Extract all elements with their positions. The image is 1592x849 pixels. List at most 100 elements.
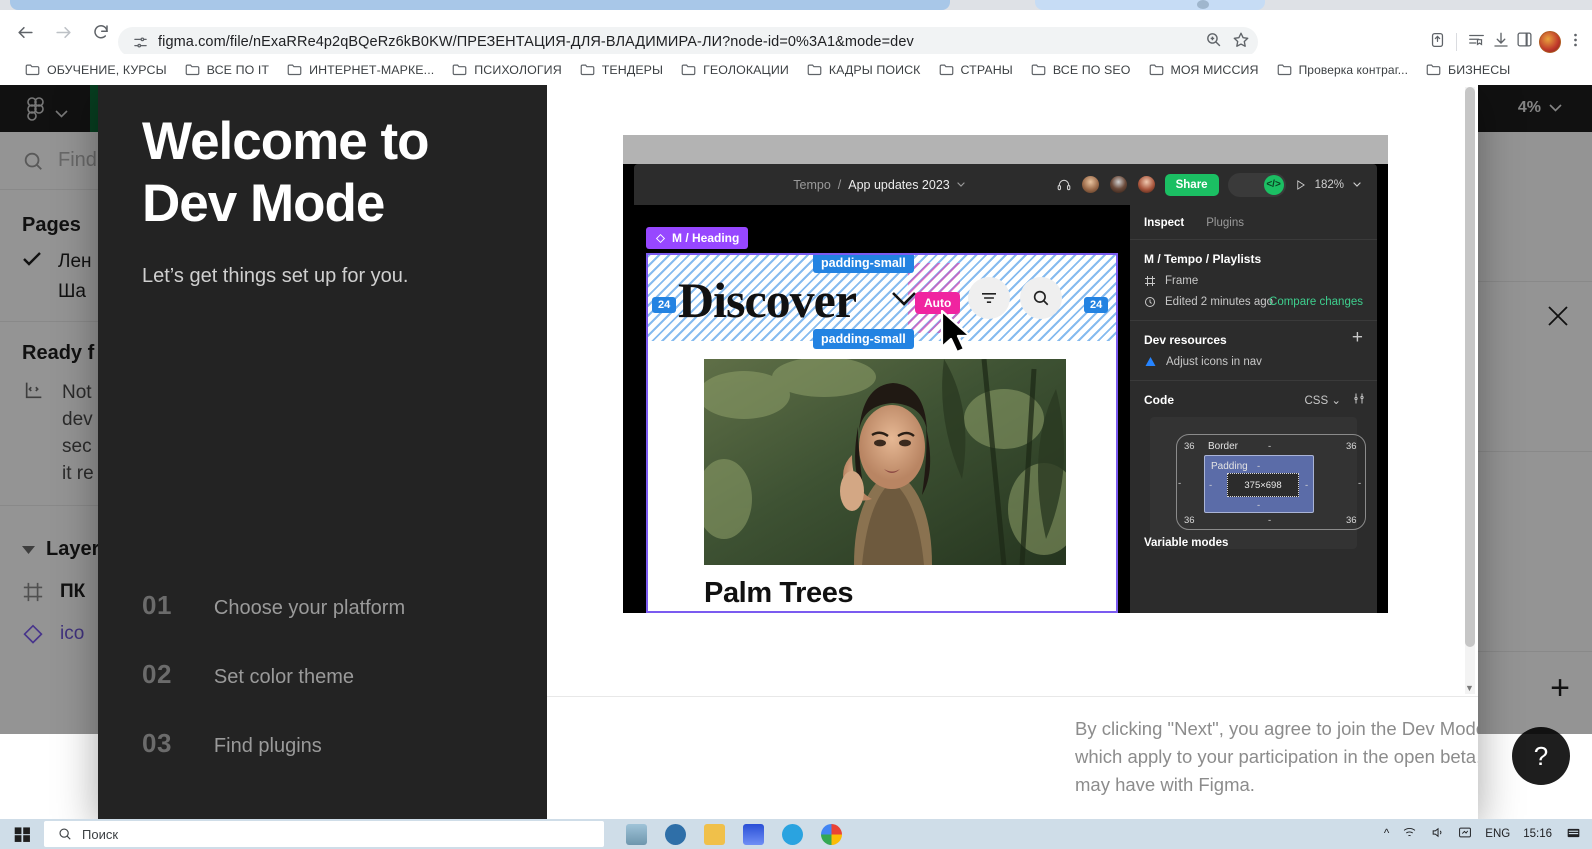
add-resource-icon[interactable]: + (1352, 328, 1363, 347)
bookmark-item[interactable]: СТРАНЫ (930, 60, 1022, 80)
bookmark-item[interactable]: ИНТЕРНЕТ-МАРКЕ... (278, 60, 443, 80)
folder-icon (580, 64, 595, 76)
help-button[interactable]: ? (1512, 727, 1570, 785)
bookmark-item[interactable]: Проверка контраг... (1268, 60, 1417, 80)
step-label: Find plugins (213, 735, 322, 757)
edited-label: Edited 2 minutes ago (1165, 296, 1274, 308)
bookmark-item[interactable]: ТЕНДЕРЫ (571, 60, 672, 80)
edited-row: Edited 2 minutes ago Compare changes (1144, 296, 1363, 308)
dev-resource-item[interactable]: Adjust icons in nav (1144, 356, 1363, 368)
volume-icon[interactable] (1430, 826, 1445, 842)
bookmark-item[interactable]: ВСЕ ПО IT (176, 60, 278, 80)
dev-mode-onboarding-modal: Welcome to Dev Mode Let’s get things set… (98, 85, 1478, 819)
compare-changes-link[interactable]: Compare changes (1269, 296, 1363, 308)
language-indicator[interactable]: ENG (1485, 828, 1510, 840)
tab-indicator-dot (1197, 0, 1209, 9)
reload-button[interactable] (86, 17, 116, 47)
app-icon-chrome[interactable] (821, 823, 842, 845)
back-button[interactable] (10, 17, 40, 47)
padding-bottom-value: - (1257, 500, 1261, 511)
start-button[interactable] (0, 826, 44, 843)
bookmark-item[interactable]: МОЯ МИССИЯ (1140, 60, 1268, 80)
search-icon (1033, 290, 1049, 306)
preview-breadcrumb: Tempo / App updates 2023 (634, 164, 1124, 205)
padding-badge-bottom: padding-small (813, 329, 914, 349)
notification-icon[interactable] (1458, 826, 1472, 842)
code-language-select[interactable]: CSS ⌄ (1305, 393, 1342, 407)
component-badge: M / Heading (646, 227, 749, 249)
onboarding-steps-list: 01 Choose your platform 02 Set color the… (142, 590, 522, 797)
tab-inspect[interactable]: Inspect (1144, 217, 1184, 229)
folder-icon (939, 64, 953, 76)
folder-icon (1031, 64, 1046, 76)
play-icon (1296, 179, 1305, 190)
browser-tab[interactable] (1035, 0, 1265, 10)
modal-content-panel: Tempo / App updates 2023 Share </> 182% … (547, 85, 1478, 819)
bookmark-item[interactable]: ГЕОЛОКАЦИИ (672, 60, 798, 80)
zoom-icon[interactable] (1205, 31, 1222, 53)
windows-taskbar: Поиск ^ ENG 15:16 (0, 819, 1592, 849)
preview-scroll-area: Tempo / App updates 2023 Share </> 182% … (547, 85, 1478, 696)
padding-box: Padding - - - - 375×698 (1204, 455, 1314, 513)
tray-expand-icon[interactable]: ^ (1384, 828, 1389, 840)
browser-tab-active[interactable] (10, 0, 950, 10)
app-icon-1[interactable] (626, 823, 647, 845)
bookmark-item[interactable]: ОБУЧЕНИЕ, КУРСЫ (16, 60, 176, 80)
network-icon[interactable] (1402, 826, 1417, 842)
border-left-value: - (1178, 478, 1182, 489)
step-item: 02 Set color theme (142, 659, 522, 728)
taskbar-search[interactable]: Поиск (44, 821, 604, 847)
share-button[interactable]: Share (1164, 173, 1219, 196)
preview-scrollbar-thumb[interactable] (1465, 87, 1475, 647)
nav-title-text: Discover (678, 272, 857, 328)
folder-icon (185, 64, 199, 76)
preview-canvas: M / Heading Discover 24 24 padding-small… (634, 205, 1130, 613)
profile-avatar[interactable] (1539, 31, 1561, 53)
terms-text: By clicking "Next", you agree to join th… (1075, 715, 1478, 799)
share-icon[interactable] (1429, 31, 1446, 54)
download-icon[interactable] (1492, 31, 1510, 54)
preview-artboard: Discover 24 24 padding-small padding-sma… (646, 253, 1118, 613)
bookmark-item[interactable]: КАДРЫ ПОИСК (798, 60, 930, 80)
app-icon-home[interactable] (665, 823, 686, 845)
border-label: Border (1208, 441, 1239, 452)
action-center-icon[interactable] (1565, 826, 1582, 843)
history-clock-icon (1145, 297, 1155, 307)
browser-navbar: figma.com/file/nExaRRe4p2qBQeRz6kB0KW/ПР… (0, 10, 1592, 57)
forward-arrow-icon (55, 26, 71, 38)
code-section: Code CSS ⌄ 36 36 36 36 Border - - - - Pa… (1130, 381, 1377, 559)
browser-menu-icon[interactable] (1567, 31, 1584, 54)
browser-chrome: figma.com/file/nExaRRe4p2qBQeRz6kB0KW/ПР… (0, 0, 1592, 85)
dev-mode-toggle[interactable]: </> (1227, 172, 1286, 197)
app-icon-explorer[interactable] (704, 823, 725, 845)
modal-title: Welcome to Dev Mode (142, 112, 429, 233)
tab-plugins[interactable]: Plugins (1206, 217, 1244, 229)
modal-terms-area: By clicking "Next", you agree to join th… (547, 696, 1478, 819)
app-icon-word[interactable] (743, 823, 764, 845)
back-arrow-icon (17, 26, 33, 38)
border-radius-br: 36 (1346, 515, 1357, 526)
code-settings-icon[interactable] (1353, 392, 1365, 410)
browser-toolbar-actions (1429, 27, 1584, 57)
clock[interactable]: 15:16 (1523, 828, 1552, 841)
node-name: M / Tempo / Playlists (1144, 252, 1262, 266)
scroll-down-arrow-icon[interactable]: ▼ (1464, 681, 1475, 694)
site-settings-icon[interactable] (126, 35, 154, 50)
bookmark-item[interactable]: ПСИХОЛОГИЯ (443, 60, 570, 80)
url-text: figma.com/file/nExaRRe4p2qBQeRz6kB0KW/ПР… (158, 34, 914, 50)
search-button[interactable] (1020, 277, 1062, 319)
filter-button[interactable] (968, 277, 1010, 319)
address-bar[interactable]: figma.com/file/nExaRRe4p2qBQeRz6kB0KW/ПР… (118, 27, 1258, 57)
reading-list-icon[interactable] (1467, 31, 1486, 54)
bookmark-item[interactable]: ВСЕ ПО SEO (1022, 60, 1140, 80)
palm-trees-photo (704, 359, 1066, 565)
tune-icon (133, 37, 147, 47)
avatar (1080, 175, 1100, 194)
app-icon-telegram[interactable] (782, 823, 803, 845)
side-panel-icon[interactable] (1516, 31, 1533, 53)
step-label: Choose your platform (213, 597, 406, 619)
bookmark-item[interactable]: БИЗНЕСЫ (1417, 60, 1519, 80)
inspect-panel: Inspect Plugins M / Tempo / Playlists Fr… (1130, 205, 1377, 613)
bookmark-star-icon[interactable] (1232, 31, 1250, 54)
dev-mode-preview-image: Tempo / App updates 2023 Share </> 182% … (623, 135, 1388, 696)
